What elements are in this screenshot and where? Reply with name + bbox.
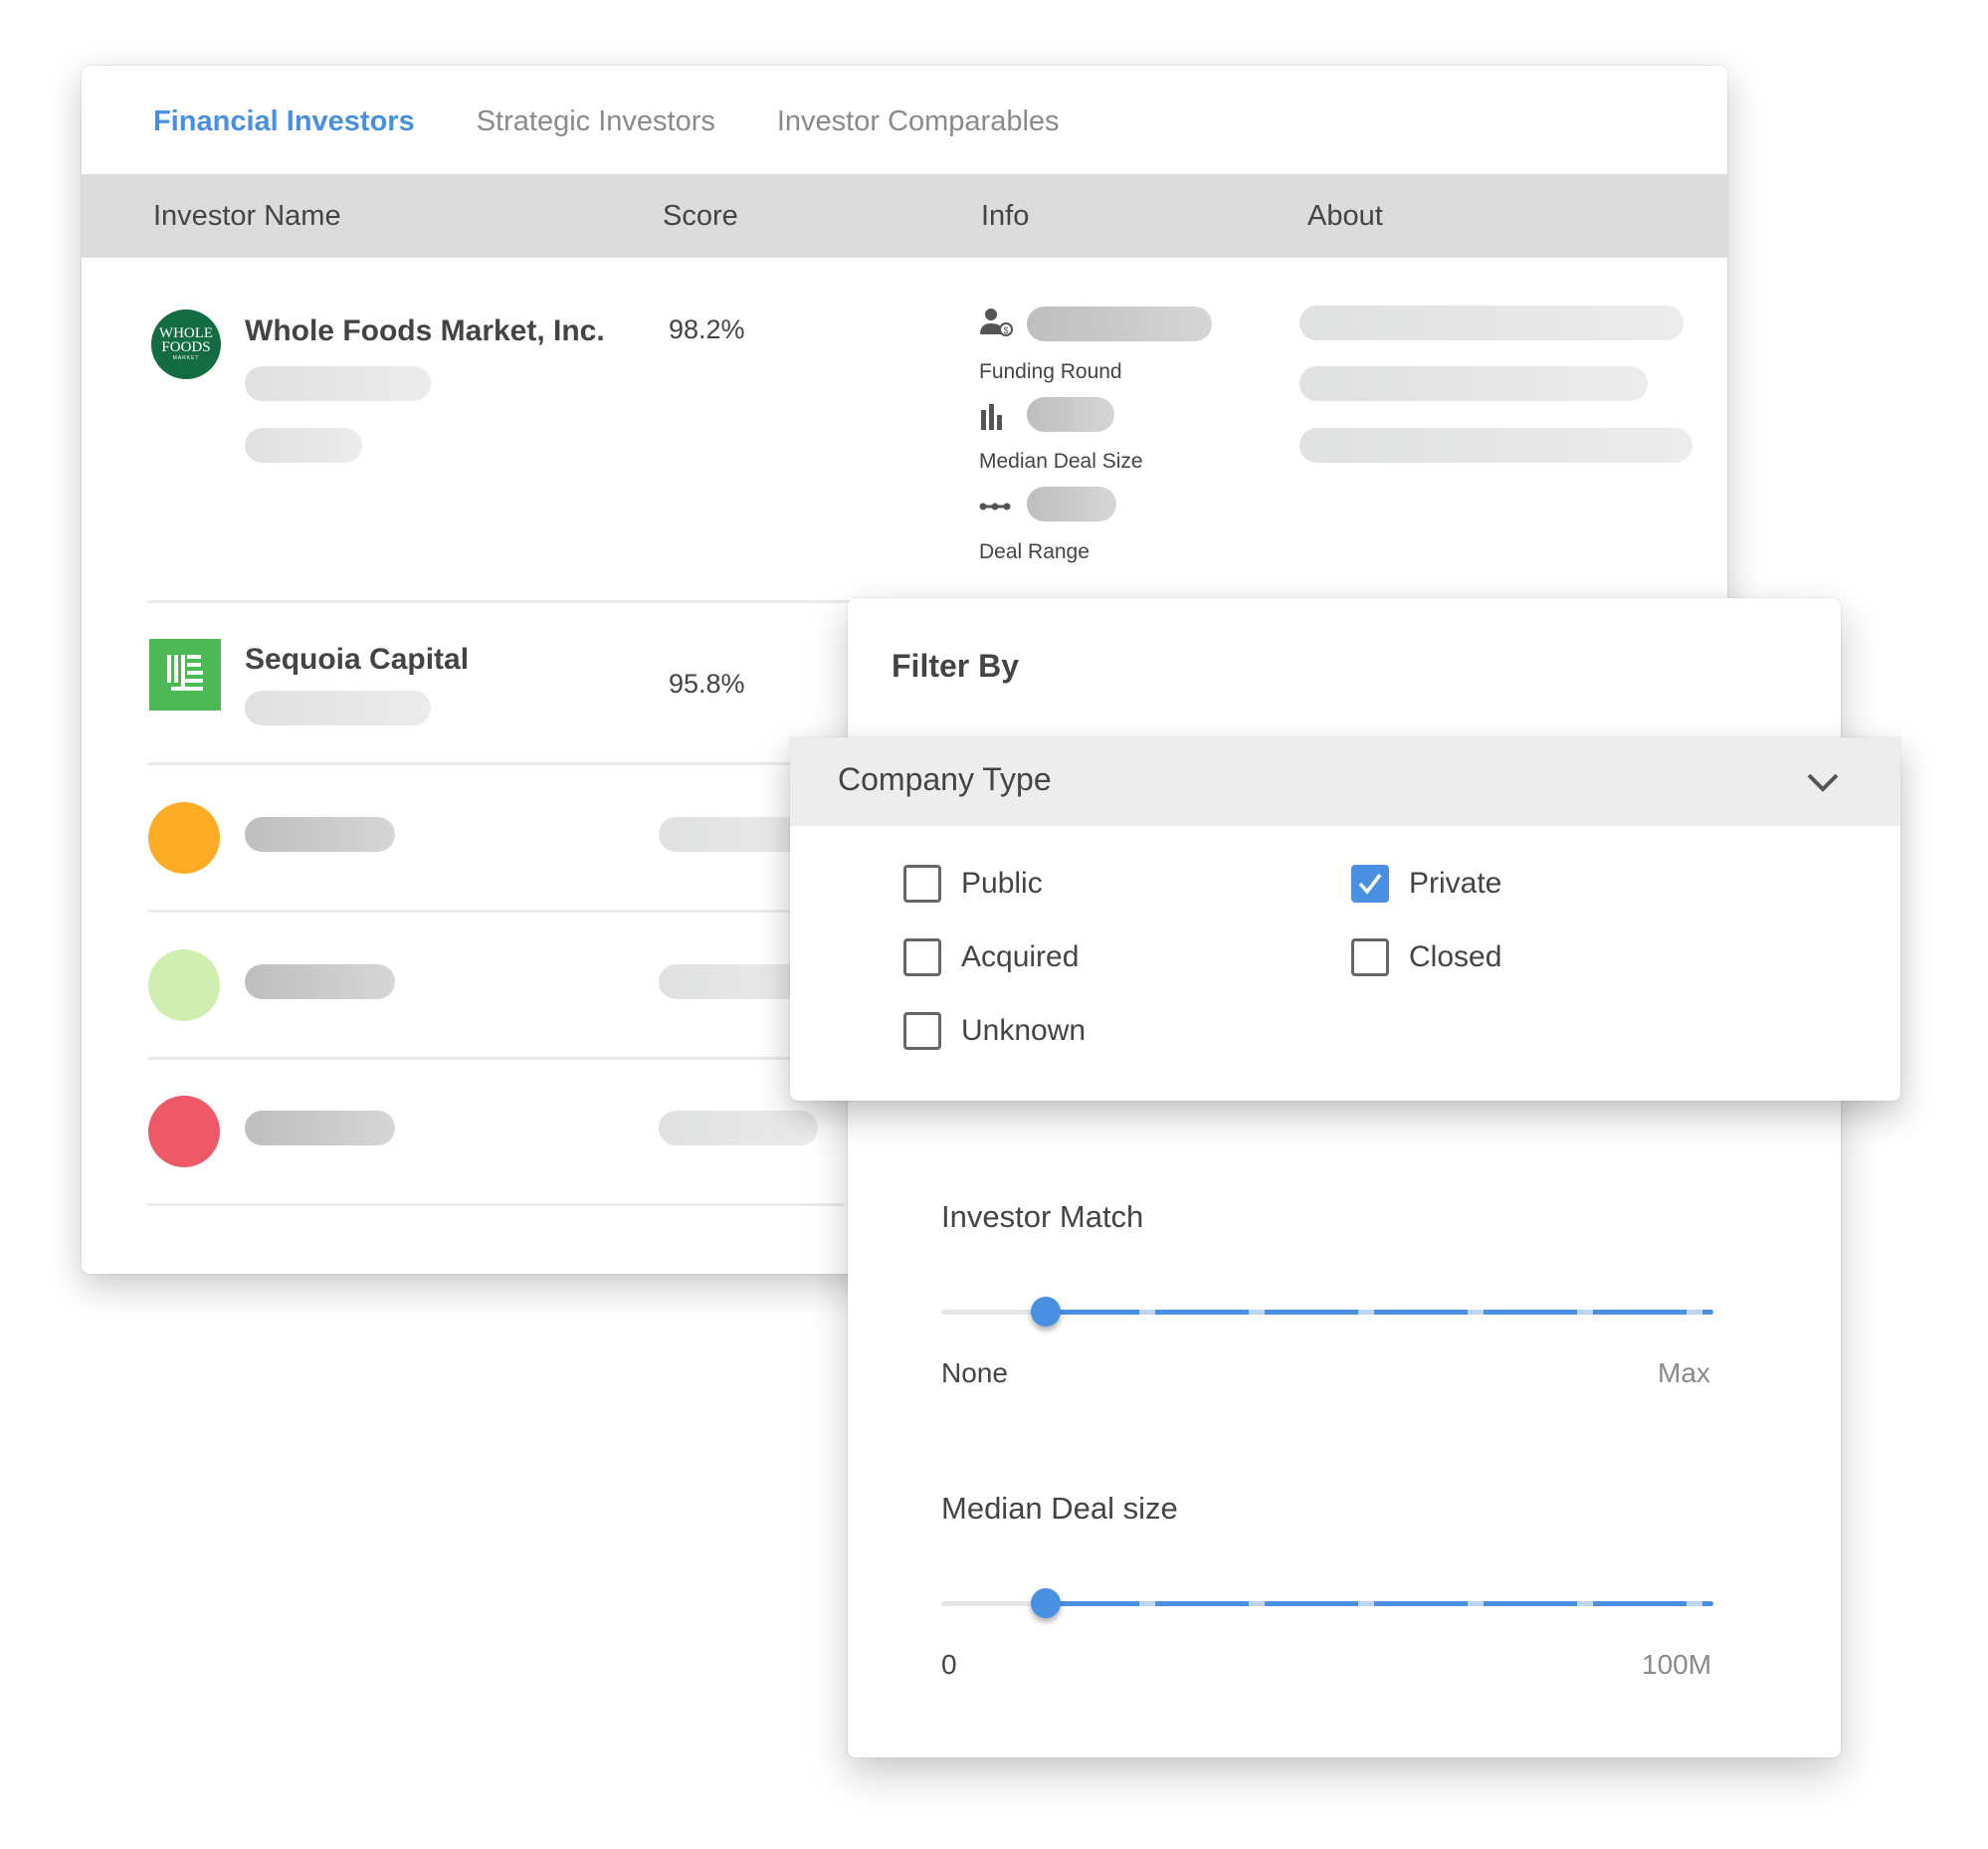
range-icon — [979, 503, 1011, 511]
avatar — [148, 1096, 220, 1167]
investor-name[interactable]: Sequoia Capital — [245, 643, 469, 677]
median-deal-size-min-label: 0 — [941, 1649, 957, 1680]
option-acquired[interactable]: Acquired — [903, 938, 1079, 976]
tab-strategic-investors[interactable]: Strategic Investors — [477, 105, 715, 138]
row-divider — [147, 1203, 844, 1206]
placeholder-bar — [245, 691, 431, 725]
whole-foods-logo: WHOLE FOODS MARKET — [151, 309, 221, 379]
placeholder-bar — [659, 1111, 818, 1145]
placeholder-bar — [245, 366, 431, 401]
about-placeholder — [1299, 428, 1692, 463]
company-type-toggle[interactable]: Company Type — [790, 737, 1900, 826]
median-deal-size-value-placeholder — [1027, 397, 1114, 432]
column-header-info[interactable]: Info — [981, 200, 1029, 233]
about-placeholder — [1299, 366, 1648, 401]
option-closed[interactable]: Closed — [1351, 938, 1501, 976]
checkmark-icon — [1358, 873, 1382, 895]
median-deal-size-label: Median Deal Size — [979, 450, 1143, 473]
investor-match-max-label: Max — [1658, 1357, 1710, 1388]
funding-round-label: Funding Round — [979, 360, 1122, 383]
table-header: Investor Name Score Info About — [82, 174, 1727, 258]
investor-match-min-label: None — [941, 1357, 1008, 1388]
placeholder-bar — [245, 964, 395, 999]
about-placeholder — [1299, 306, 1684, 340]
slider-thumb[interactable] — [1030, 1588, 1061, 1618]
checkbox-public[interactable] — [903, 865, 941, 903]
svg-text:$: $ — [1003, 325, 1008, 335]
placeholder-bar — [245, 1111, 395, 1145]
column-header-investor-name[interactable]: Investor Name — [153, 200, 341, 233]
option-public[interactable]: Public — [903, 865, 1043, 903]
checkbox-unknown[interactable] — [903, 1012, 941, 1050]
deal-range-value-placeholder — [1027, 487, 1116, 521]
column-header-score[interactable]: Score — [663, 200, 738, 233]
checkbox-acquired[interactable] — [903, 938, 941, 976]
option-private[interactable]: Private — [1351, 865, 1501, 903]
median-deal-size-max-label: 100M — [1642, 1649, 1712, 1680]
checkbox-closed[interactable] — [1351, 938, 1389, 976]
row-divider — [147, 1057, 844, 1060]
investor-name[interactable]: Whole Foods Market, Inc. — [245, 314, 605, 348]
company-type-dropdown: Company Type Public Private Acquired Clo… — [790, 737, 1900, 1101]
tab-bar: Financial Investors Strategic Investors … — [153, 105, 1060, 138]
slider-fill — [1045, 1601, 1713, 1606]
slider-fill — [1045, 1310, 1713, 1315]
company-type-title: Company Type — [838, 761, 1052, 797]
row-divider — [147, 762, 844, 765]
median-deal-size-slider[interactable] — [941, 1583, 1713, 1623]
investor-score: 98.2% — [669, 314, 745, 344]
bar-chart-icon — [981, 404, 1002, 430]
investor-match-slider[interactable] — [941, 1292, 1713, 1332]
placeholder-bar — [245, 428, 362, 463]
investor-money-icon: $ — [980, 308, 1013, 336]
column-header-about[interactable]: About — [1307, 200, 1383, 233]
option-unknown[interactable]: Unknown — [903, 1012, 1086, 1050]
checkbox-private[interactable] — [1351, 865, 1389, 903]
slider-thumb[interactable] — [1030, 1297, 1061, 1327]
tab-investor-comparables[interactable]: Investor Comparables — [777, 105, 1060, 138]
avatar — [148, 949, 220, 1021]
tab-financial-investors[interactable]: Financial Investors — [153, 105, 415, 138]
row-divider — [147, 910, 844, 913]
filter-title: Filter By — [892, 648, 1020, 684]
sequoia-logo — [149, 639, 221, 711]
investor-match-label: Investor Match — [941, 1199, 1144, 1234]
investor-score: 95.8% — [669, 669, 745, 699]
funding-round-value-placeholder — [1027, 307, 1212, 341]
median-deal-size-filter-label: Median Deal size — [941, 1491, 1178, 1526]
deal-range-label: Deal Range — [979, 540, 1090, 563]
placeholder-bar — [245, 817, 395, 852]
avatar — [148, 802, 220, 874]
chevron-down-icon[interactable] — [1805, 767, 1841, 797]
